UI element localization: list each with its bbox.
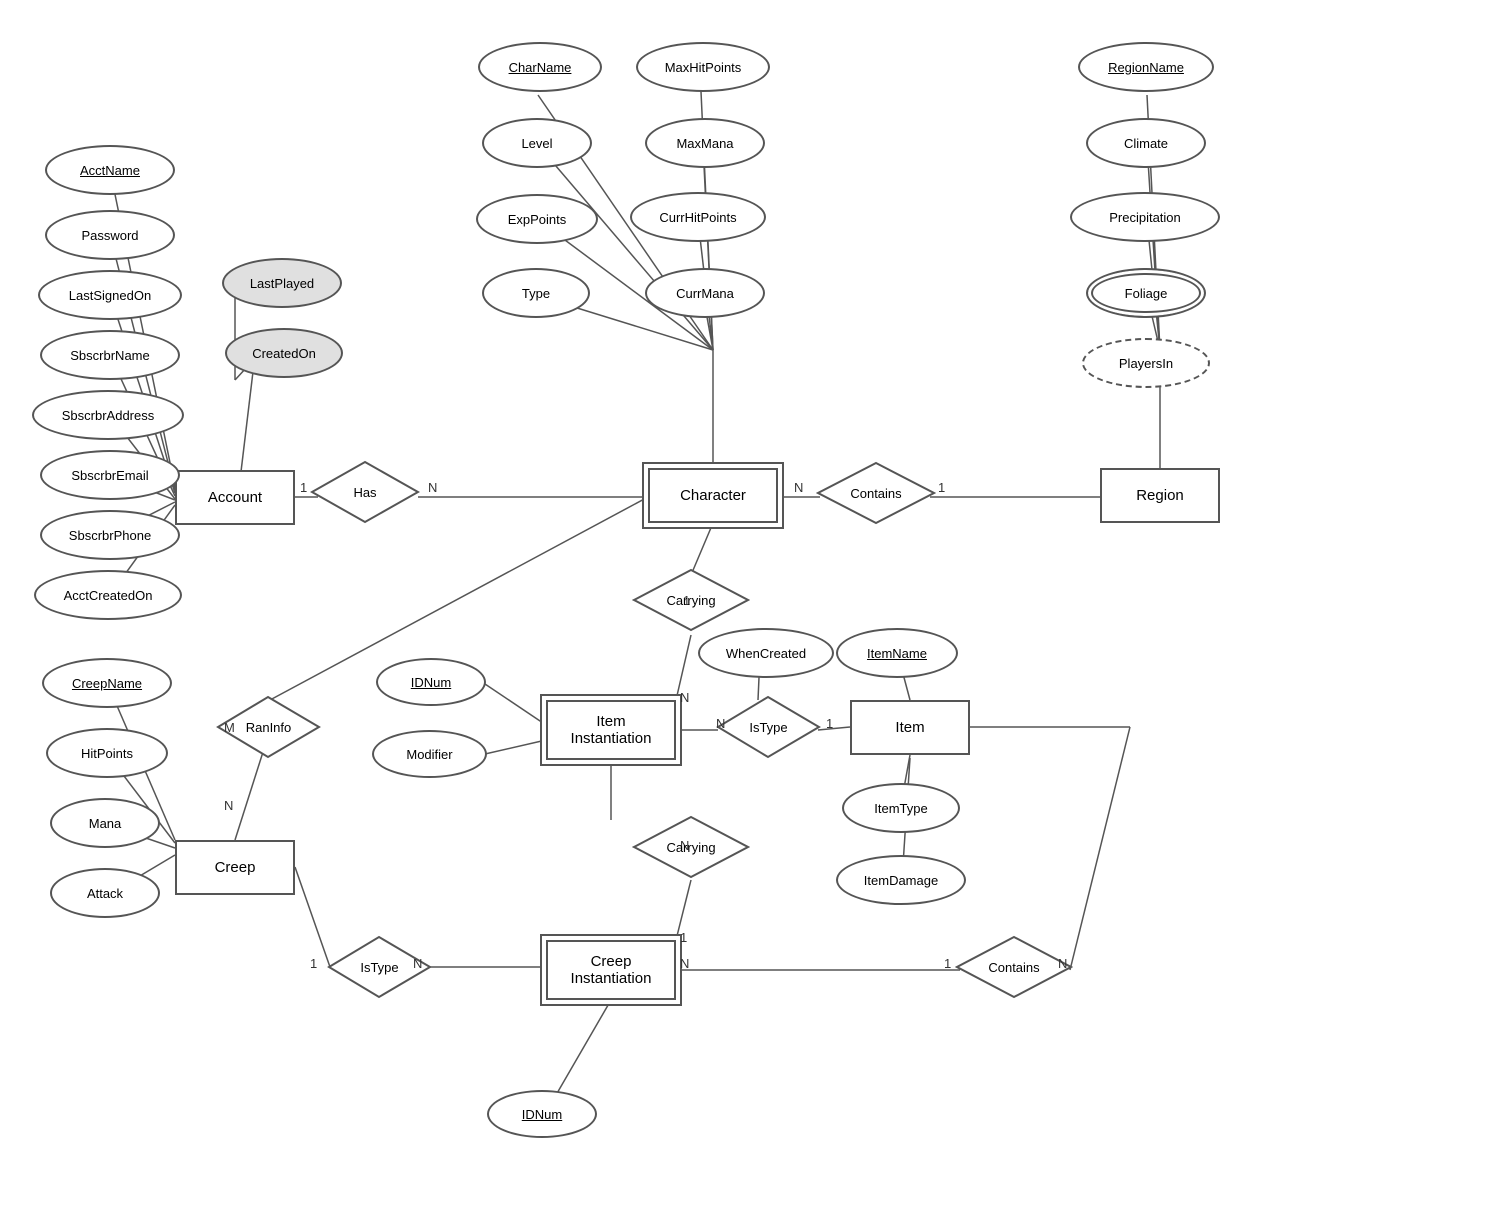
sbscrbraddress-attr: SbscrbrAddress [32, 390, 184, 440]
card-has-1: 1 [300, 480, 307, 495]
card-raninfo-m: M [224, 720, 235, 735]
charname-attr: CharName [478, 42, 602, 92]
precipitation-attr: Precipitation [1070, 192, 1220, 242]
type-attr: Type [482, 268, 590, 318]
foliage-attr: Foliage [1086, 268, 1206, 318]
card-carrying-top-n: N [680, 690, 689, 705]
password-attr: Password [45, 210, 175, 260]
itemtype-attr: ItemType [842, 783, 960, 833]
whencreated-attr: WhenCreated [698, 628, 834, 678]
modifier-attr: Modifier [372, 730, 487, 778]
card-istype-item-n: N [716, 716, 725, 731]
itemname-attr: ItemName [836, 628, 958, 678]
contains-bot-relationship: Contains [955, 935, 1073, 1000]
level-attr: Level [482, 118, 592, 168]
lastplayed-attr: LastPlayed [222, 258, 342, 308]
region-entity: Region [1100, 468, 1220, 523]
sbscrbrname-attr: SbscrbrName [40, 330, 180, 380]
card-istype-creep-1: 1 [310, 956, 317, 971]
contains-region-relationship: Contains [816, 461, 936, 526]
maxmana-attr: MaxMana [645, 118, 765, 168]
climate-attr: Climate [1086, 118, 1206, 168]
itemdamage-attr: ItemDamage [836, 855, 966, 905]
createdon-attr: CreatedOn [225, 328, 343, 378]
sbscrbr-email-attr: SbscrbrEmail [40, 450, 180, 500]
has-relationship: Has [310, 460, 420, 525]
playersin-attr: PlayersIn [1082, 338, 1210, 388]
card-creep-inst-n: N [680, 956, 689, 971]
currhitpoints-attr: CurrHitPoints [630, 192, 766, 242]
sbscrbrphone-attr: SbscrbrPhone [40, 510, 180, 560]
attack-attr: Attack [50, 868, 160, 918]
card-contains-bot-n: N [1058, 956, 1067, 971]
idnum-item-attr: IDNum [376, 658, 486, 706]
item-entity: Item [850, 700, 970, 755]
card-istype-item-1: 1 [826, 716, 833, 731]
istype-item-relationship: IsType [716, 695, 821, 760]
card-contains-n: N [794, 480, 803, 495]
carrying-top-relationship: Carrying [632, 568, 750, 633]
creep-inst-entity: Creep Instantiation [546, 940, 676, 1000]
maxhitpoints-attr: MaxHitPoints [636, 42, 770, 92]
account-entity: Account [175, 470, 295, 525]
acctname-attr: AcctName [45, 145, 175, 195]
card-carrying-bot-1: 1 [680, 930, 687, 945]
lastsignedon-attr: LastSignedOn [38, 270, 182, 320]
card-contains-1: 1 [938, 480, 945, 495]
card-has-n: N [428, 480, 437, 495]
card-istype-creep-n: N [413, 956, 422, 971]
card-contains-bot-1: 1 [944, 956, 951, 971]
carrying-bot-relationship: Carrying [632, 815, 750, 880]
acctcreatedon-attr: AcctCreatedOn [34, 570, 182, 620]
item-inst-entity: Item Instantiation [546, 700, 676, 760]
mana-attr: Mana [50, 798, 160, 848]
exppoints-attr: ExpPoints [476, 194, 598, 244]
hitpoints-attr: HitPoints [46, 728, 168, 778]
creep-entity: Creep [175, 840, 295, 895]
idnum-creep-attr: IDNum [487, 1090, 597, 1138]
character-entity: Character [648, 468, 778, 523]
creepname-attr: CreepName [42, 658, 172, 708]
currmana-attr: CurrMana [645, 268, 765, 318]
card-raninfo-n: N [224, 798, 233, 813]
regionname-attr: RegionName [1078, 42, 1214, 92]
